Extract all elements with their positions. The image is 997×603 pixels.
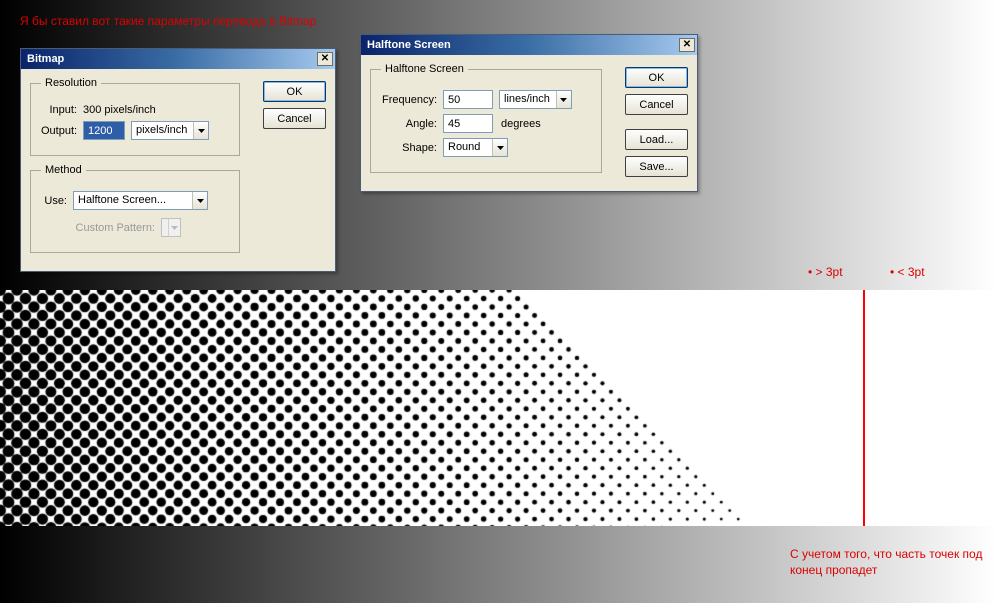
threshold-line: [863, 290, 865, 526]
annotation-bottom: С учетом того, что часть точек под конец…: [790, 547, 990, 578]
output-field[interactable]: [83, 121, 125, 140]
shape-select[interactable]: Round: [443, 138, 508, 157]
output-units-select[interactable]: pixels/inch: [131, 121, 209, 140]
shape-label: Shape:: [381, 142, 443, 154]
chevron-down-icon[interactable]: [193, 122, 208, 139]
titlebar-label: Bitmap: [27, 53, 64, 65]
output-units-value: pixels/inch: [132, 122, 193, 139]
save-button[interactable]: Save...: [625, 156, 688, 177]
close-icon[interactable]: ✕: [317, 52, 333, 66]
ok-button[interactable]: OK: [263, 81, 326, 102]
input-label: Input:: [41, 104, 83, 116]
halftone-legend: Halftone Screen: [381, 63, 468, 75]
angle-label: Angle:: [381, 118, 443, 130]
dialog-bitmap: Bitmap ✕ OK Cancel Resolution Input: 300…: [20, 48, 336, 272]
titlebar-label: Halftone Screen: [367, 39, 451, 51]
angle-field[interactable]: [443, 114, 493, 133]
angle-units: degrees: [501, 118, 541, 130]
annotation-top: Я бы ставил вот такие параметры перевода…: [20, 14, 316, 28]
dialog-halftone: Halftone Screen ✕ OK Cancel Load... Save…: [360, 34, 698, 192]
resolution-legend: Resolution: [41, 77, 101, 89]
output-label: Output:: [41, 125, 83, 137]
method-legend: Method: [41, 164, 86, 176]
frequency-field[interactable]: [443, 90, 493, 109]
cancel-button[interactable]: Cancel: [263, 108, 326, 129]
input-value: 300 pixels/inch: [83, 104, 156, 116]
frequency-units-value: lines/inch: [500, 91, 556, 108]
halftone-sample: [0, 290, 997, 526]
load-button[interactable]: Load...: [625, 129, 688, 150]
use-select[interactable]: Halftone Screen...: [73, 191, 208, 210]
chevron-down-icon[interactable]: [492, 139, 507, 156]
chevron-down-icon[interactable]: [556, 91, 571, 108]
cancel-button[interactable]: Cancel: [625, 94, 688, 115]
use-label: Use:: [41, 195, 73, 207]
shape-value: Round: [444, 139, 492, 156]
use-value: Halftone Screen...: [74, 192, 192, 209]
chevron-down-icon: [168, 219, 180, 236]
close-icon[interactable]: ✕: [679, 38, 695, 52]
custom-pattern-label: Custom Pattern:: [41, 222, 161, 234]
titlebar-halftone[interactable]: Halftone Screen ✕: [361, 35, 697, 55]
frequency-label: Frequency:: [381, 94, 443, 106]
frequency-units-select[interactable]: lines/inch: [499, 90, 572, 109]
titlebar-bitmap[interactable]: Bitmap ✕: [21, 49, 335, 69]
annotation-lt3pt: • < 3pt: [890, 265, 925, 279]
ok-button[interactable]: OK: [625, 67, 688, 88]
custom-pattern-swatch: [161, 218, 181, 237]
chevron-down-icon[interactable]: [192, 192, 207, 209]
annotation-gt3pt: • > 3pt: [808, 265, 843, 279]
